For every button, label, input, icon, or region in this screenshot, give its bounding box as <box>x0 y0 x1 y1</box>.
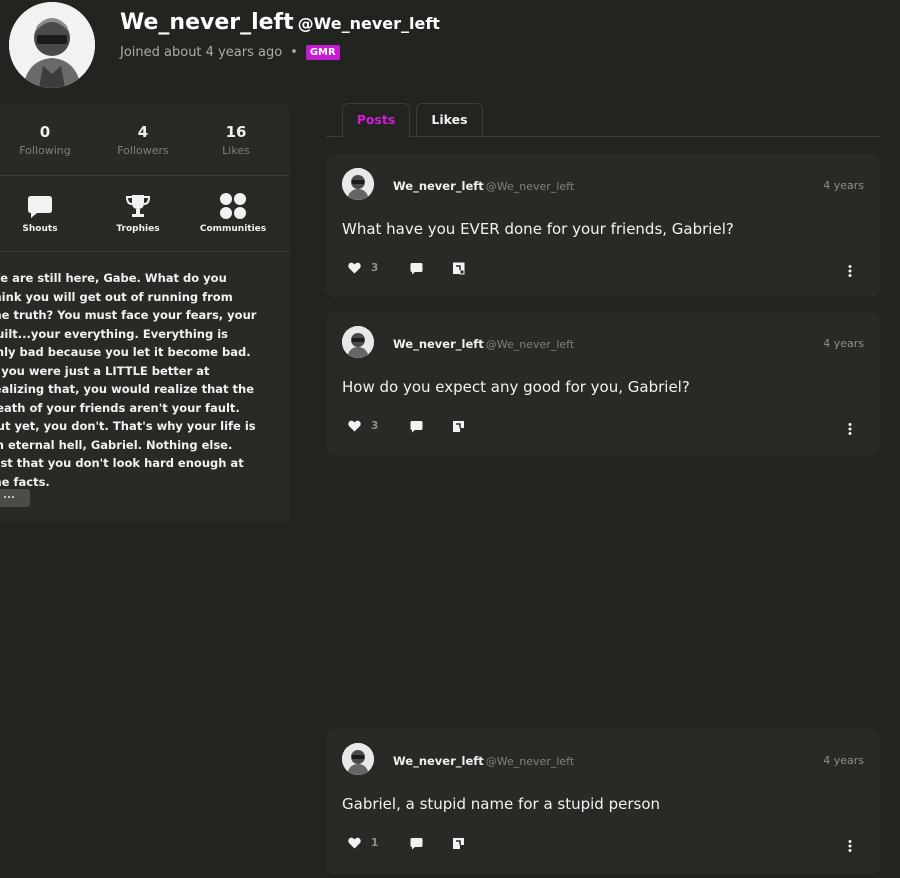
likes-count: 16 <box>225 123 247 141</box>
comment-icon <box>410 263 423 275</box>
post-body: Gabriel, a stupid name for a stupid pers… <box>342 795 661 813</box>
like-count: 1 <box>371 837 379 849</box>
stats-row: 0 Following 4 Followers 16 Likes <box>0 103 290 176</box>
speech-bubble-icon <box>0 192 80 220</box>
post-actions: 3 <box>348 420 868 436</box>
post-placeholder <box>326 470 880 714</box>
joined-info: Joined about 4 years ago • GMR <box>120 45 340 60</box>
kebab-menu-icon <box>848 840 852 852</box>
comment-button[interactable] <box>410 420 423 433</box>
share-icon <box>453 262 465 275</box>
post-body: How do you expect any good for you, Gabr… <box>342 378 690 396</box>
share-button[interactable] <box>452 262 465 275</box>
nav-trophies[interactable]: Trophies <box>98 192 178 234</box>
stat-following[interactable]: 0 Following <box>0 123 90 157</box>
followers-label: Followers <box>117 144 169 157</box>
profile-nav: Shouts Trophies Communities <box>0 176 290 252</box>
post-actions: 3 <box>348 262 868 278</box>
profile-handle: @We_never_left <box>297 14 440 33</box>
kebab-menu-icon <box>848 423 852 435</box>
share-icon <box>453 421 464 432</box>
post-avatar[interactable] <box>342 743 374 775</box>
share-icon <box>453 838 464 849</box>
post-author-handle: @We_never_left <box>485 180 575 193</box>
post-avatar[interactable] <box>342 168 374 200</box>
stat-followers[interactable]: 4 Followers <box>98 123 188 157</box>
profile-display-name: We_never_left @We_never_left <box>120 10 440 35</box>
nav-shouts-label: Shouts <box>22 224 58 234</box>
heart-icon <box>348 837 361 849</box>
following-count: 0 <box>39 123 51 141</box>
joined-text: Joined about 4 years ago <box>120 45 283 60</box>
content-tabs: Posts Likes <box>326 103 880 138</box>
like-count: 3 <box>371 420 379 432</box>
nav-communities[interactable]: Communities <box>193 192 273 234</box>
bio-text: We are still here, Gabe. What do you thi… <box>0 271 257 489</box>
post-menu-button[interactable] <box>848 262 852 281</box>
communities-icon <box>193 192 273 220</box>
post-author[interactable]: We_never_left @We_never_left <box>393 337 574 351</box>
tab-likes[interactable]: Likes <box>416 103 483 136</box>
kebab-menu-icon <box>848 265 852 277</box>
like-button[interactable]: 3 <box>348 420 378 432</box>
post-menu-button[interactable] <box>848 420 852 439</box>
post-author-name: We_never_left <box>393 337 484 351</box>
post-timestamp: 4 years <box>823 754 864 767</box>
following-label: Following <box>19 144 71 157</box>
likes-label: Likes <box>222 144 250 157</box>
post-author-name: We_never_left <box>393 179 484 193</box>
post-card[interactable]: We_never_left @We_never_left 4 years How … <box>326 312 880 455</box>
share-button[interactable] <box>452 837 465 850</box>
profile-sidebar: 0 Following 4 Followers 16 Likes Shouts … <box>0 103 290 523</box>
bio-more-button[interactable]: ... <box>0 489 30 507</box>
post-body: What have you EVER done for your friends… <box>342 220 734 238</box>
post-author[interactable]: We_never_left @We_never_left <box>393 754 574 768</box>
profile-avatar[interactable] <box>9 2 95 88</box>
post-timestamp: 4 years <box>823 337 864 350</box>
post-author-handle: @We_never_left <box>485 338 575 351</box>
post-actions: 1 <box>348 837 868 853</box>
gmr-badge: GMR <box>305 45 340 60</box>
nav-shouts[interactable]: Shouts <box>0 192 80 234</box>
like-button[interactable]: 1 <box>348 837 378 849</box>
like-button[interactable]: 3 <box>348 262 378 274</box>
post-card[interactable]: We_never_left @We_never_left 4 years Gabr… <box>326 729 880 874</box>
post-author[interactable]: We_never_left @We_never_left <box>393 179 574 193</box>
heart-icon <box>348 420 361 432</box>
comment-button[interactable] <box>410 837 423 850</box>
nav-trophies-label: Trophies <box>116 224 160 234</box>
separator-dot: • <box>290 45 298 60</box>
stat-likes[interactable]: 16 Likes <box>191 123 281 157</box>
share-button[interactable] <box>452 420 465 433</box>
comment-icon <box>410 838 423 850</box>
followers-count: 4 <box>137 123 149 141</box>
heart-icon <box>348 262 361 274</box>
comment-icon <box>410 421 423 433</box>
comment-button[interactable] <box>410 262 423 275</box>
post-author-handle: @We_never_left <box>485 755 575 768</box>
like-count: 3 <box>371 262 379 274</box>
tab-posts[interactable]: Posts <box>342 103 410 138</box>
post-avatar[interactable] <box>342 326 374 358</box>
trophy-icon <box>98 192 178 220</box>
post-author-name: We_never_left <box>393 754 484 768</box>
display-name-text: We_never_left <box>120 10 294 35</box>
post-timestamp: 4 years <box>823 179 864 192</box>
nav-communities-label: Communities <box>199 224 267 234</box>
post-menu-button[interactable] <box>848 837 852 856</box>
post-card[interactable]: We_never_left @We_never_left 4 years What… <box>326 154 880 297</box>
